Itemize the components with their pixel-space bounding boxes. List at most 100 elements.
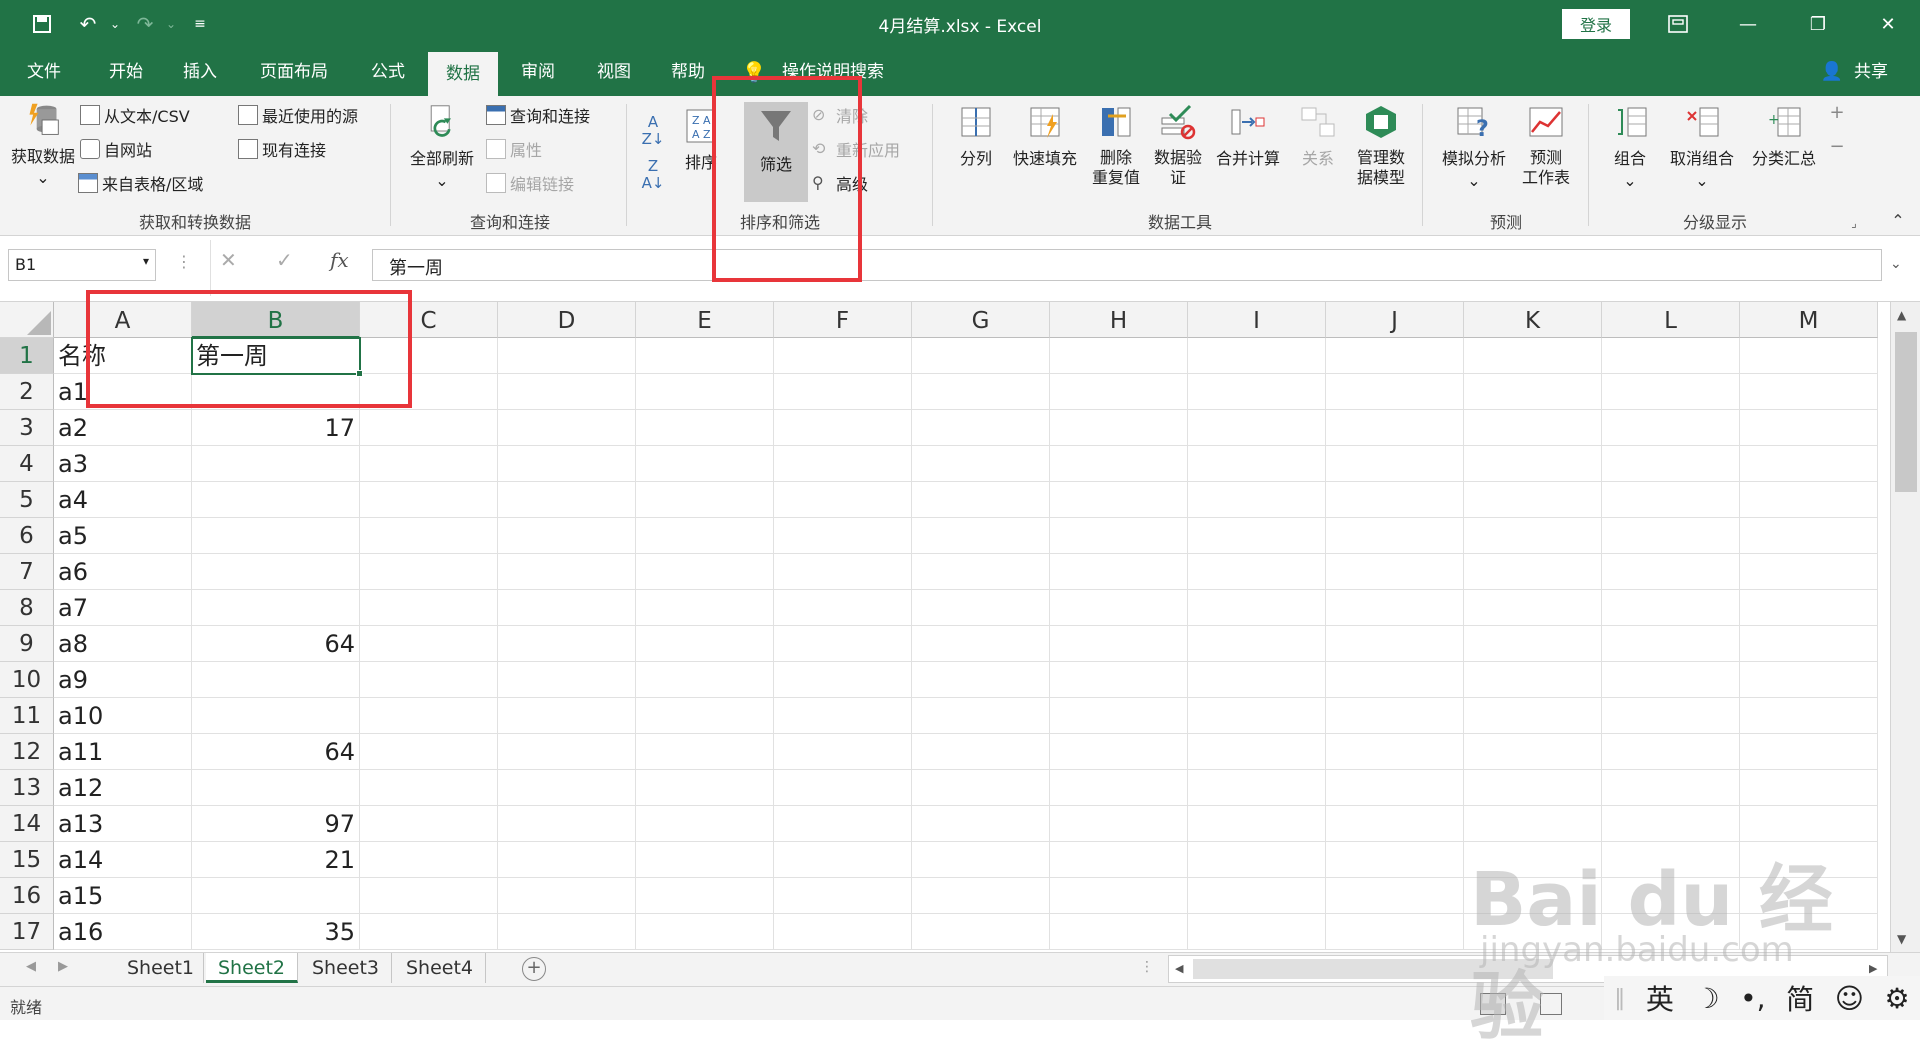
- cell-m16[interactable]: [1740, 878, 1878, 914]
- cell-c14[interactable]: [360, 806, 498, 842]
- sort-descending-button[interactable]: Z A↓: [640, 158, 666, 192]
- cell-d7[interactable]: [498, 554, 636, 590]
- cell-m5[interactable]: [1740, 482, 1878, 518]
- cell-f17[interactable]: [774, 914, 912, 950]
- cell-b7[interactable]: [192, 554, 360, 590]
- cell-j12[interactable]: [1326, 734, 1464, 770]
- cell-e14[interactable]: [636, 806, 774, 842]
- cell-l17[interactable]: [1602, 914, 1740, 950]
- cell-f7[interactable]: [774, 554, 912, 590]
- cell-m1[interactable]: [1740, 338, 1878, 374]
- expand-formula-bar-icon[interactable]: ⌄: [1890, 256, 1902, 272]
- cell-c3[interactable]: [360, 410, 498, 446]
- cell-h9[interactable]: [1050, 626, 1188, 662]
- cell-a12[interactable]: a11: [54, 734, 192, 770]
- undo-icon[interactable]: ↶: [70, 10, 106, 38]
- cell-f6[interactable]: [774, 518, 912, 554]
- cell-d10[interactable]: [498, 662, 636, 698]
- manage-data-model-button[interactable]: 管理数 据模型: [1348, 104, 1414, 188]
- cell-b12[interactable]: 64: [192, 734, 360, 770]
- row-header[interactable]: 5: [0, 482, 54, 518]
- cell-g8[interactable]: [912, 590, 1050, 626]
- queries-connections-button[interactable]: 查询和连接: [486, 102, 590, 128]
- cell-a11[interactable]: a10: [54, 698, 192, 734]
- cell-j14[interactable]: [1326, 806, 1464, 842]
- row-header[interactable]: 4: [0, 446, 54, 482]
- cell-c1[interactable]: [360, 338, 498, 374]
- cell-a13[interactable]: a12: [54, 770, 192, 806]
- scroll-up-icon[interactable]: ▲: [1897, 308, 1906, 322]
- cell-m9[interactable]: [1740, 626, 1878, 662]
- cell-a17[interactable]: a16: [54, 914, 192, 950]
- cell-l1[interactable]: [1602, 338, 1740, 374]
- advanced-filter-button[interactable]: ⚲ 高级: [812, 170, 868, 196]
- cell-h7[interactable]: [1050, 554, 1188, 590]
- cell-d16[interactable]: [498, 878, 636, 914]
- cell-g3[interactable]: [912, 410, 1050, 446]
- cell-h6[interactable]: [1050, 518, 1188, 554]
- cell-g6[interactable]: [912, 518, 1050, 554]
- cell-b3[interactable]: 17: [192, 410, 360, 446]
- cell-e9[interactable]: [636, 626, 774, 662]
- cell-i4[interactable]: [1188, 446, 1326, 482]
- lightbulb-icon[interactable]: 💡: [740, 48, 768, 96]
- cell-i9[interactable]: [1188, 626, 1326, 662]
- cell-h13[interactable]: [1050, 770, 1188, 806]
- cell-f5[interactable]: [774, 482, 912, 518]
- cell-l5[interactable]: [1602, 482, 1740, 518]
- cell-k17[interactable]: [1464, 914, 1602, 950]
- cell-d3[interactable]: [498, 410, 636, 446]
- cell-g15[interactable]: [912, 842, 1050, 878]
- select-all-corner[interactable]: [0, 302, 54, 338]
- cell-j6[interactable]: [1326, 518, 1464, 554]
- cell-c16[interactable]: [360, 878, 498, 914]
- cell-m17[interactable]: [1740, 914, 1878, 950]
- insert-function-icon[interactable]: fx: [330, 248, 349, 272]
- cell-i8[interactable]: [1188, 590, 1326, 626]
- cell-h16[interactable]: [1050, 878, 1188, 914]
- column-header-b[interactable]: B: [192, 302, 360, 338]
- normal-view-icon[interactable]: [1480, 993, 1506, 1015]
- row-header[interactable]: 15: [0, 842, 54, 878]
- cell-c5[interactable]: [360, 482, 498, 518]
- tab-view[interactable]: 视图: [584, 48, 644, 96]
- cell-e4[interactable]: [636, 446, 774, 482]
- cell-l8[interactable]: [1602, 590, 1740, 626]
- cell-b8[interactable]: [192, 590, 360, 626]
- cell-k7[interactable]: [1464, 554, 1602, 590]
- sheet-tab-sheet1[interactable]: Sheet1: [118, 953, 204, 983]
- column-header-g[interactable]: G: [912, 302, 1050, 338]
- cell-i3[interactable]: [1188, 410, 1326, 446]
- cell-i16[interactable]: [1188, 878, 1326, 914]
- column-header-e[interactable]: E: [636, 302, 774, 338]
- row-header[interactable]: 10: [0, 662, 54, 698]
- cell-c15[interactable]: [360, 842, 498, 878]
- cell-d9[interactable]: [498, 626, 636, 662]
- vertical-scroll-thumb[interactable]: [1895, 332, 1917, 492]
- cell-j15[interactable]: [1326, 842, 1464, 878]
- cell-d5[interactable]: [498, 482, 636, 518]
- cell-j11[interactable]: [1326, 698, 1464, 734]
- scroll-right-icon[interactable]: ▶: [1869, 962, 1877, 975]
- worksheet-grid[interactable]: A B C D E F G H I J K L M 1 名称 第一周 2 a1 3 a2 17 4 a3 5 a4 6 a5 7 a6 8…: [0, 302, 1890, 952]
- cell-j2[interactable]: [1326, 374, 1464, 410]
- cell-j5[interactable]: [1326, 482, 1464, 518]
- row-header[interactable]: 11: [0, 698, 54, 734]
- share-user-icon[interactable]: 👤: [1818, 48, 1846, 96]
- cell-e8[interactable]: [636, 590, 774, 626]
- cell-i17[interactable]: [1188, 914, 1326, 950]
- cell-a16[interactable]: a15: [54, 878, 192, 914]
- cell-h12[interactable]: [1050, 734, 1188, 770]
- cell-j17[interactable]: [1326, 914, 1464, 950]
- cell-b5[interactable]: [192, 482, 360, 518]
- column-header-c[interactable]: C: [360, 302, 498, 338]
- cell-c2[interactable]: [360, 374, 498, 410]
- cell-h3[interactable]: [1050, 410, 1188, 446]
- cell-j1[interactable]: [1326, 338, 1464, 374]
- ribbon-display-options-icon[interactable]: [1650, 0, 1706, 48]
- cell-i14[interactable]: [1188, 806, 1326, 842]
- cell-c13[interactable]: [360, 770, 498, 806]
- cell-a2[interactable]: a1: [54, 374, 192, 410]
- cell-m14[interactable]: [1740, 806, 1878, 842]
- cell-g7[interactable]: [912, 554, 1050, 590]
